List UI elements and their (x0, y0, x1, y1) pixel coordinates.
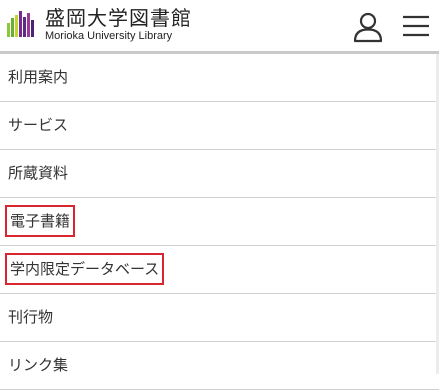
site-title[interactable]: 盛岡大学図書館 (45, 5, 192, 31)
site-subtitle: Morioka University Library (45, 30, 173, 42)
menu-item-label: 利用案内 (8, 68, 69, 86)
menu-item-label: 電子書籍 (5, 205, 76, 237)
menu-item-ebooks[interactable]: 電子書籍 (0, 198, 439, 246)
menu-item-label: リンク集 (8, 356, 69, 374)
menu-item-links[interactable]: リンク集 (0, 342, 439, 390)
hamburger-menu-icon[interactable] (401, 11, 431, 41)
menu-item-label: 所蔵資料 (8, 164, 69, 182)
menu-item-label: サービス (8, 116, 69, 134)
menu-item-publications[interactable]: 刊行物 (0, 294, 439, 342)
menu-item-campus-databases[interactable]: 学内限定データベース (0, 246, 439, 294)
menu-item-guide[interactable]: 利用案内 (0, 54, 439, 102)
library-logo-icon[interactable] (7, 11, 35, 37)
menu-item-collections[interactable]: 所蔵資料 (0, 150, 439, 198)
menu-item-services[interactable]: サービス (0, 102, 439, 150)
menu-item-label: 学内限定データベース (5, 253, 165, 285)
menu-item-label: 刊行物 (8, 308, 54, 326)
site-header: 盛岡大学図書館 Morioka University Library (0, 0, 439, 51)
main-menu: 利用案内 サービス 所蔵資料 電子書籍 学内限定データベース 刊行物 リンク集 (0, 54, 439, 390)
user-icon[interactable] (352, 11, 384, 43)
